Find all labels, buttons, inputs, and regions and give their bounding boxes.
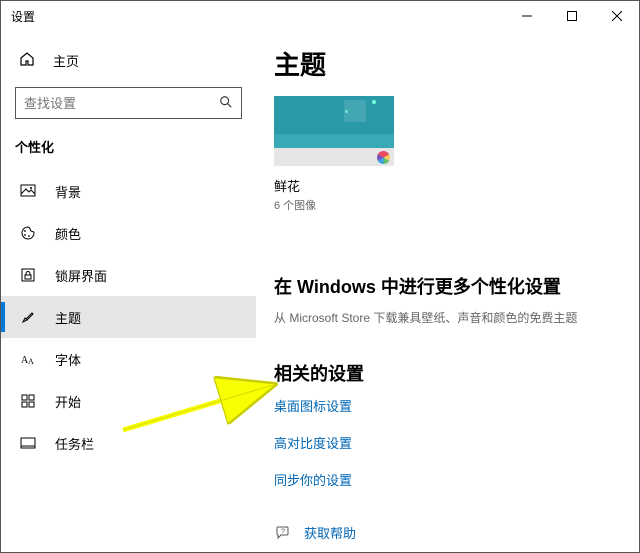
home-label: 主页 (53, 51, 79, 70)
nav-lockscreen[interactable]: 锁屏界面 (1, 254, 256, 296)
nav-start[interactable]: 开始 (1, 380, 256, 422)
page-title: 主题 (274, 45, 619, 82)
nav-themes[interactable]: 主题 (1, 296, 256, 338)
nav-label: 背景 (55, 182, 81, 201)
lockscreen-icon (19, 267, 37, 283)
nav-label: 主题 (55, 308, 81, 327)
taskbar-icon (19, 435, 37, 451)
nav-label: 开始 (55, 392, 81, 411)
nav-colors[interactable]: 颜色 (1, 212, 256, 254)
link-high-contrast-settings[interactable]: 高对比度设置 (274, 433, 619, 452)
main-content: 主题 鲜花 6 个图像 在 Windows 中进行更多个性化设置 从 Micro… (256, 31, 639, 552)
svg-text:A: A (28, 357, 34, 366)
theme-thumbnail[interactable] (274, 96, 394, 166)
related-settings-heading: 相关的设置 (274, 360, 619, 386)
home-icon (19, 51, 35, 70)
brush-icon (19, 309, 37, 325)
nav-label: 颜色 (55, 224, 81, 243)
window-controls (504, 1, 639, 31)
link-sync-settings[interactable]: 同步你的设置 (274, 470, 619, 489)
minimize-button[interactable] (504, 1, 549, 31)
nav-list: 背景 颜色 锁屏界面 (1, 170, 256, 464)
search-input[interactable] (24, 96, 204, 111)
maximize-button[interactable] (549, 1, 594, 31)
category-label: 个性化 (1, 133, 256, 170)
nav-taskbar[interactable]: 任务栏 (1, 422, 256, 464)
link-desktop-icon-settings[interactable]: 桌面图标设置 (274, 396, 619, 415)
get-help-label: 获取帮助 (304, 523, 356, 542)
help-icon: ? (274, 525, 292, 541)
search-icon (219, 95, 233, 112)
nav-label: 锁屏界面 (55, 266, 107, 285)
more-personalization-sub: 从 Microsoft Store 下载兼具壁纸、声音和颜色的免费主题 (274, 309, 619, 326)
start-icon (19, 393, 37, 409)
font-icon: AA (19, 351, 37, 367)
nav-label: 字体 (55, 350, 81, 369)
theme-subtitle: 6 个图像 (274, 197, 619, 213)
more-personalization-heading: 在 Windows 中进行更多个性化设置 (274, 273, 619, 299)
theme-name: 鲜花 (274, 176, 619, 195)
palette-icon (19, 225, 37, 241)
search-input-wrap[interactable] (15, 87, 242, 119)
home-button[interactable]: 主页 (1, 41, 256, 79)
svg-text:?: ? (281, 528, 285, 535)
nav-background[interactable]: 背景 (1, 170, 256, 212)
titlebar: 设置 (1, 1, 639, 31)
nav-fonts[interactable]: AA 字体 (1, 338, 256, 380)
close-button[interactable] (594, 1, 639, 31)
sidebar: 主页 个性化 背景 (1, 31, 256, 552)
window-title: 设置 (11, 8, 35, 25)
get-help-link[interactable]: ? 获取帮助 (274, 523, 619, 542)
color-wheel-icon (377, 151, 390, 164)
related-links: 桌面图标设置 高对比度设置 同步你的设置 (274, 396, 619, 489)
picture-icon (19, 183, 37, 199)
nav-label: 任务栏 (55, 434, 94, 453)
